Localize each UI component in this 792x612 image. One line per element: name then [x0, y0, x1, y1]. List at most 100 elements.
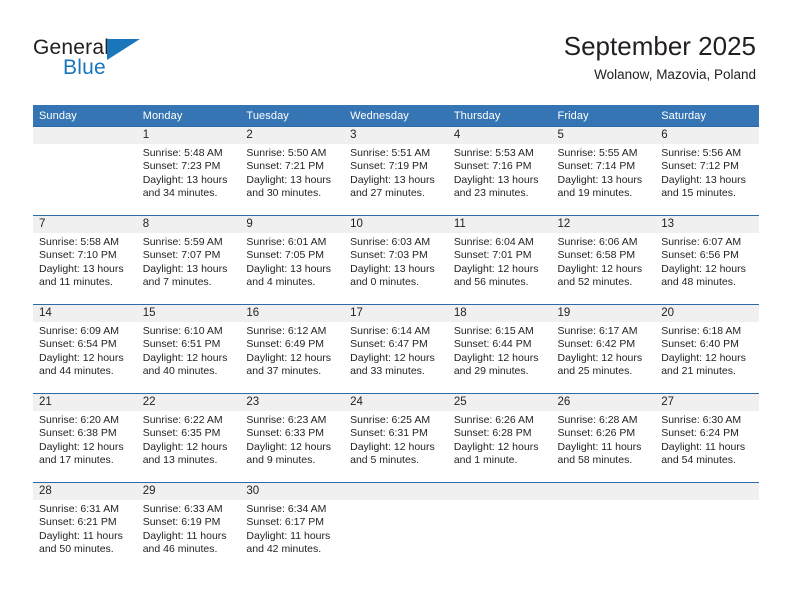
daylight-text-line1: Daylight: 12 hours: [39, 351, 124, 364]
calendar-grid: Sunday Monday Tuesday Wednesday Thursday…: [33, 105, 759, 571]
daylight-text-line1: Daylight: 13 hours: [661, 173, 746, 186]
general-blue-logo[interactable]: General Blue: [33, 36, 213, 92]
calendar-day-cell[interactable]: 7 Sunrise: 5:58 AM Sunset: 7:10 PM Daylight…: [33, 215, 137, 305]
daylight-text-line2: and 52 minutes.: [557, 275, 633, 288]
day-details: Sunrise: 6:22 AM Sunset: 6:35 PM Daylight:…: [137, 411, 241, 467]
day-details: Sunrise: 6:20 AM Sunset: 6:38 PM Daylight:…: [33, 411, 137, 467]
calendar-day-cell[interactable]: 16 Sunrise: 6:12 AM Sunset: 6:49 PM Dayligh…: [240, 304, 345, 394]
sunset-text: Sunset: 6:35 PM: [142, 427, 221, 440]
calendar-day-cell[interactable]: 22 Sunrise: 6:22 AM Sunset: 6:35 PM Dayligh…: [136, 393, 241, 483]
day-cell-inner: 29 Sunrise: 6:33 AM Sunset: 6:19 PM Dayligh…: [136, 483, 241, 571]
calendar-day-cell[interactable]: 21 Sunrise: 6:20 AM Sunset: 6:38 PM Dayligh…: [33, 393, 137, 483]
daylight-text-line2: and 5 minutes.: [350, 453, 419, 466]
day-number: [655, 483, 759, 500]
calendar-day-cell[interactable]: 27 Sunrise: 6:30 AM Sunset: 6:24 PM Dayligh…: [655, 393, 759, 483]
calendar-day-cell[interactable]: 9 Sunrise: 6:01 AM Sunset: 7:05 PM Daylight…: [240, 215, 345, 305]
calendar-day-cell[interactable]: 19 Sunrise: 6:17 AM Sunset: 6:42 PM Dayligh…: [551, 304, 656, 394]
sunset-text: Sunset: 6:26 PM: [557, 427, 636, 440]
calendar-body: 1 Sunrise: 5:48 AM Sunset: 7:23 PM Daylight…: [33, 126, 759, 571]
calendar-day-cell[interactable]: 30 Sunrise: 6:34 AM Sunset: 6:17 PM Dayligh…: [240, 482, 345, 571]
sunset-text: Sunset: 7:16 PM: [453, 160, 532, 173]
day-cell-inner: 10 Sunrise: 6:03 AM Sunset: 7:03 PM Dayligh…: [344, 216, 448, 304]
daylight-text-line1: Daylight: 12 hours: [453, 440, 539, 453]
calendar-day-cell[interactable]: 20 Sunrise: 6:18 AM Sunset: 6:40 PM Dayligh…: [655, 304, 759, 394]
calendar-day-cell[interactable]: 2 Sunrise: 5:50 AM Sunset: 7:21 PM Daylight…: [240, 126, 345, 216]
day-details: Sunrise: 6:04 AM Sunset: 7:01 PM Daylight:…: [448, 233, 552, 289]
sunrise-text: Sunrise: 6:04 AM: [453, 236, 534, 248]
calendar-day-cell[interactable]: 23 Sunrise: 6:23 AM Sunset: 6:33 PM Dayligh…: [240, 393, 345, 483]
calendar-day-cell[interactable]: 5 Sunrise: 5:55 AM Sunset: 7:14 PM Daylight…: [551, 126, 656, 216]
calendar-day-cell[interactable]: 11 Sunrise: 6:04 AM Sunset: 7:01 PM Dayligh…: [447, 215, 552, 305]
sunrise-text: Sunrise: 6:01 AM: [246, 236, 327, 248]
calendar-day-cell[interactable]: 13 Sunrise: 6:07 AM Sunset: 6:56 PM Dayligh…: [655, 215, 759, 305]
calendar-week-row: 21 Sunrise: 6:20 AM Sunset: 6:38 PM Dayligh…: [33, 393, 759, 483]
daylight-text-line2: and 30 minutes.: [246, 186, 322, 199]
day-cell-inner: 8 Sunrise: 5:59 AM Sunset: 7:07 PM Daylight…: [136, 216, 241, 304]
sunrise-text: Sunrise: 5:58 AM: [39, 236, 119, 248]
calendar-day-cell[interactable]: 25 Sunrise: 6:26 AM Sunset: 6:28 PM Dayligh…: [447, 393, 552, 483]
day-cell-inner: 14 Sunrise: 6:09 AM Sunset: 6:54 PM Dayligh…: [33, 305, 137, 393]
daylight-text-line1: Daylight: 12 hours: [246, 440, 332, 453]
sunset-text: Sunset: 7:10 PM: [39, 249, 117, 262]
calendar-day-cell[interactable]: 6 Sunrise: 5:56 AM Sunset: 7:12 PM Daylight…: [655, 126, 759, 216]
calendar-day-cell[interactable]: 28 Sunrise: 6:31 AM Sunset: 6:21 PM Dayligh…: [33, 482, 137, 571]
calendar-day-cell[interactable]: 26 Sunrise: 6:28 AM Sunset: 6:26 PM Dayligh…: [551, 393, 656, 483]
day-cell-inner: 21 Sunrise: 6:20 AM Sunset: 6:38 PM Dayligh…: [33, 394, 137, 482]
daylight-text-line1: Daylight: 12 hours: [350, 351, 435, 364]
calendar-day-cell[interactable]: 17 Sunrise: 6:14 AM Sunset: 6:47 PM Dayligh…: [344, 304, 448, 394]
day-cell-inner: 23 Sunrise: 6:23 AM Sunset: 6:33 PM Dayligh…: [240, 394, 345, 482]
calendar-day-cell[interactable]: 8 Sunrise: 5:59 AM Sunset: 7:07 PM Daylight…: [136, 215, 241, 305]
daylight-text-line1: Daylight: 12 hours: [39, 440, 124, 453]
sunset-text: Sunset: 6:24 PM: [661, 427, 739, 440]
calendar-day-cell[interactable]: 4 Sunrise: 5:53 AM Sunset: 7:16 PM Daylight…: [447, 126, 552, 216]
daylight-text-line2: and 37 minutes.: [246, 364, 322, 377]
day-number: 2: [240, 127, 345, 144]
day-details: Sunrise: 6:26 AM Sunset: 6:28 PM Daylight:…: [448, 411, 552, 467]
daylight-text-line2: and 23 minutes.: [453, 186, 529, 199]
day-cell-inner: 11 Sunrise: 6:04 AM Sunset: 7:01 PM Dayligh…: [447, 216, 552, 304]
day-number: [447, 483, 552, 500]
calendar-day-cell[interactable]: 1 Sunrise: 5:48 AM Sunset: 7:23 PM Daylight…: [136, 126, 241, 216]
day-number: 22: [136, 394, 241, 411]
day-details: Sunrise: 5:56 AM Sunset: 7:12 PM Daylight:…: [655, 144, 759, 200]
day-cell-inner: [447, 483, 552, 571]
daylight-text-line2: and 42 minutes.: [246, 542, 322, 555]
day-details: Sunrise: 6:15 AM Sunset: 6:44 PM Daylight:…: [448, 322, 552, 378]
calendar-day-cell[interactable]: 15 Sunrise: 6:10 AM Sunset: 6:51 PM Dayligh…: [136, 304, 241, 394]
day-details: Sunrise: 6:34 AM Sunset: 6:17 PM Daylight:…: [240, 500, 344, 556]
day-details: Sunrise: 5:51 AM Sunset: 7:19 PM Daylight:…: [344, 144, 448, 200]
daylight-text-line1: Daylight: 13 hours: [557, 173, 643, 186]
daylight-text-line1: Daylight: 12 hours: [557, 262, 643, 275]
weekday-header-wednesday: Wednesday: [344, 105, 448, 127]
calendar-day-cell[interactable]: 14 Sunrise: 6:09 AM Sunset: 6:54 PM Dayligh…: [33, 304, 137, 394]
sunset-text: Sunset: 7:03 PM: [350, 249, 428, 262]
daylight-text-line1: Daylight: 11 hours: [142, 529, 227, 542]
calendar-day-cell[interactable]: 12 Sunrise: 6:06 AM Sunset: 6:58 PM Dayligh…: [551, 215, 656, 305]
triangle-flag-icon: [107, 39, 140, 60]
calendar-empty-cell: [551, 482, 656, 571]
day-details: Sunrise: 6:06 AM Sunset: 6:58 PM Daylight:…: [552, 233, 656, 289]
day-details: Sunrise: 6:10 AM Sunset: 6:51 PM Daylight:…: [137, 322, 241, 378]
calendar-day-cell[interactable]: 3 Sunrise: 5:51 AM Sunset: 7:19 PM Daylight…: [344, 126, 448, 216]
weekday-header-sunday: Sunday: [33, 105, 137, 127]
day-cell-inner: 2 Sunrise: 5:50 AM Sunset: 7:21 PM Daylight…: [240, 127, 345, 215]
calendar-day-cell[interactable]: 18 Sunrise: 6:15 AM Sunset: 6:44 PM Dayligh…: [447, 304, 552, 394]
calendar-day-cell[interactable]: 29 Sunrise: 6:33 AM Sunset: 6:19 PM Dayligh…: [136, 482, 241, 571]
calendar-day-cell[interactable]: 24 Sunrise: 6:25 AM Sunset: 6:31 PM Dayligh…: [344, 393, 448, 483]
daylight-text-line1: Daylight: 11 hours: [246, 529, 331, 542]
day-details: Sunrise: 6:07 AM Sunset: 6:56 PM Daylight:…: [655, 233, 759, 289]
weekday-header-thursday: Thursday: [447, 105, 552, 127]
sunset-text: Sunset: 7:23 PM: [142, 160, 221, 173]
daylight-text-line2: and 17 minutes.: [39, 453, 114, 466]
weekday-header-friday: Friday: [551, 105, 656, 127]
day-cell-inner: 27 Sunrise: 6:30 AM Sunset: 6:24 PM Dayligh…: [655, 394, 759, 482]
weekday-header-monday: Monday: [136, 105, 241, 127]
day-cell-inner: 4 Sunrise: 5:53 AM Sunset: 7:16 PM Daylight…: [447, 127, 552, 215]
sunset-text: Sunset: 6:19 PM: [142, 516, 221, 529]
day-cell-inner: 9 Sunrise: 6:01 AM Sunset: 7:05 PM Daylight…: [240, 216, 345, 304]
calendar-day-cell[interactable]: 10 Sunrise: 6:03 AM Sunset: 7:03 PM Dayligh…: [344, 215, 448, 305]
sunset-text: Sunset: 6:40 PM: [661, 338, 739, 351]
daylight-text-line2: and 56 minutes.: [453, 275, 529, 288]
daylight-text-line2: and 44 minutes.: [39, 364, 114, 377]
day-details: Sunrise: 5:53 AM Sunset: 7:16 PM Daylight:…: [448, 144, 552, 200]
